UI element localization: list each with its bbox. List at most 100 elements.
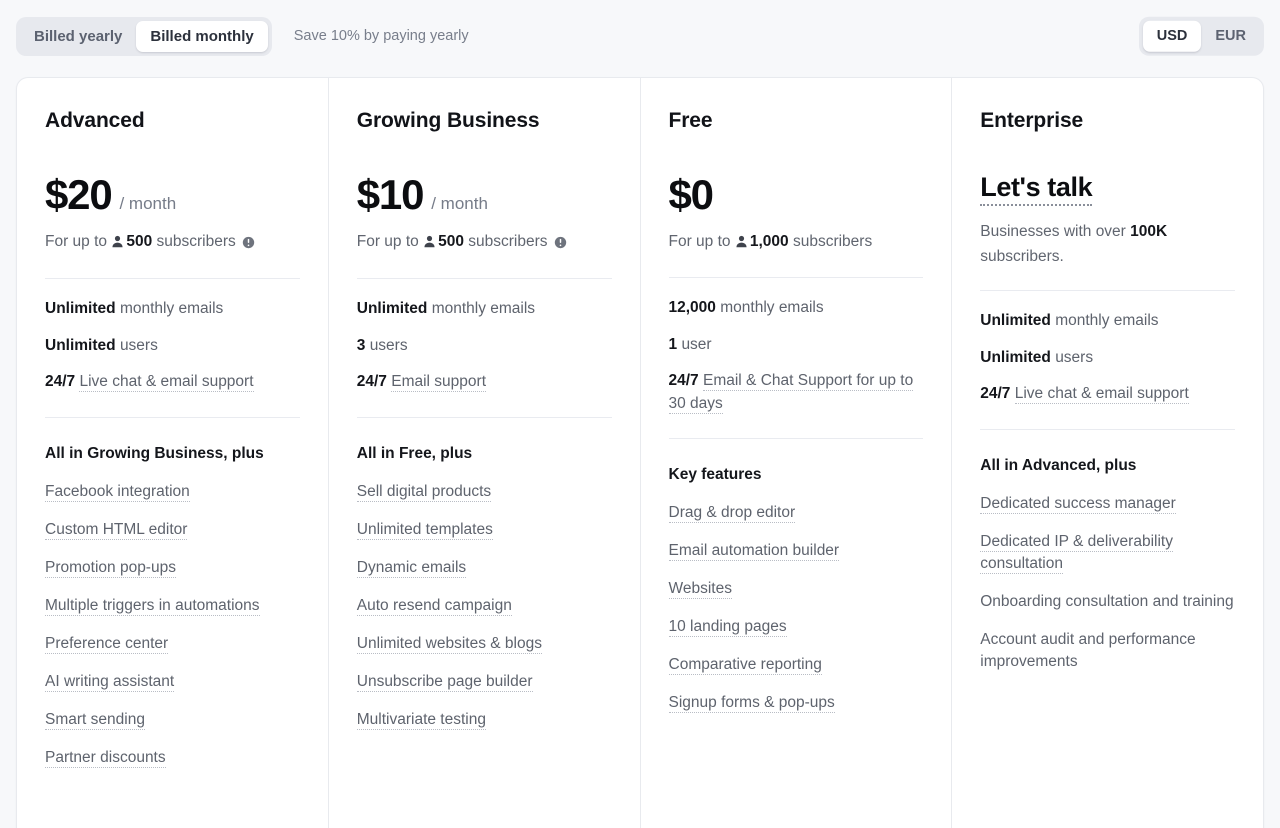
pricing-plans-panel: Advanced $20 / month For up to 500 subscrib… — [16, 77, 1264, 828]
feature-list-item[interactable]: Preference center — [45, 633, 300, 655]
subscribers-prefix: Businesses with over — [980, 223, 1126, 241]
feature-label[interactable]: Sell digital products — [356, 482, 492, 502]
feature-list-item[interactable]: Multiple triggers in automations — [45, 595, 300, 617]
core-feature-item[interactable]: 24/7 Live chat & email support — [45, 371, 300, 393]
card-divider-top — [668, 277, 924, 279]
feature-label[interactable]: Signup forms & pop-ups — [668, 694, 835, 714]
feature-list-item[interactable]: Dynamic emails — [356, 557, 612, 579]
plan-name: Growing Business — [356, 109, 540, 132]
feature-label[interactable]: Auto resend campaign — [356, 596, 512, 616]
feature-label: Onboarding consultation and training — [980, 592, 1234, 610]
feature-label[interactable]: Preference center — [45, 634, 169, 654]
plan-price-period: / month — [119, 194, 177, 214]
plan-price-period: / month — [431, 194, 488, 214]
core-feature-item[interactable]: 24/7 Live chat & email support — [980, 383, 1235, 405]
feature-list-item[interactable]: 10 landing pages — [668, 616, 924, 638]
feature-list-item[interactable]: Comparative reporting — [668, 654, 924, 676]
core-feature-item: 12,000 monthly emails — [669, 297, 924, 319]
feature-label[interactable]: Multiple triggers in automations — [45, 596, 260, 616]
feature-list-item[interactable]: Signup forms & pop-ups — [668, 692, 924, 714]
feature-label[interactable]: Facebook integration — [45, 482, 190, 502]
plan-feature-list: Facebook integration Custom HTML editor Pr… — [45, 481, 300, 769]
feature-list-item[interactable]: Auto resend campaign — [356, 595, 612, 617]
plan-card: Enterprise Let's talk Businesses with over… — [952, 78, 1263, 828]
subscribers-count: 500 — [126, 233, 153, 251]
plan-subscribers-line: For up to 500 subscribers — [357, 229, 612, 257]
feature-label[interactable]: AI writing assistant — [45, 672, 175, 692]
user-icon — [423, 231, 436, 256]
feature-list-item[interactable]: Facebook integration — [45, 481, 300, 503]
feature-list-item[interactable]: Dedicated success manager — [980, 493, 1235, 515]
feature-list-item[interactable]: Partner discounts — [45, 747, 300, 769]
feature-label[interactable]: 10 landing pages — [668, 618, 787, 638]
feature-label[interactable]: Dynamic emails — [356, 558, 467, 578]
feature-list-item[interactable]: Smart sending — [45, 709, 300, 731]
billing-option-monthly[interactable]: Billed monthly — [136, 20, 268, 52]
plan-core-features: 12,000 monthly emails 1 user 24/7 Email & … — [668, 297, 924, 415]
core-feature-item: 3 users — [357, 335, 612, 357]
currency-toggle[interactable]: USD EUR — [1138, 16, 1264, 56]
plan-card: Free $0 For up to 1,000 subscribers 12,000 … — [641, 78, 953, 828]
subscribers-count: 1,000 — [749, 233, 789, 251]
feature-label[interactable]: Multivariate testing — [356, 710, 486, 730]
feature-label[interactable]: Promotion pop-ups — [45, 558, 176, 578]
core-feature-label[interactable]: Live chat & email support — [1014, 385, 1189, 405]
card-divider-mid — [980, 428, 1235, 430]
core-feature-item: Unlimited monthly emails — [357, 298, 612, 320]
feature-list-item[interactable]: Unlimited websites & blogs — [356, 633, 612, 655]
core-feature-label: monthly emails — [720, 299, 824, 317]
feature-label[interactable]: Dedicated success manager — [980, 494, 1176, 514]
feature-label[interactable]: Websites — [668, 580, 732, 600]
feature-list-item[interactable]: Multivariate testing — [356, 709, 612, 731]
feature-list-item[interactable]: Sell digital products — [356, 481, 612, 503]
plan-subscribers-line: For up to 1,000 subscribers — [669, 229, 924, 256]
core-feature-label[interactable]: Live chat & email support — [79, 373, 254, 393]
core-feature-label[interactable]: Email & Chat Support for up to 30 days — [668, 372, 914, 414]
feature-list-item[interactable]: Unlimited templates — [356, 519, 612, 541]
core-feature-item: Unlimited users — [45, 335, 300, 357]
billing-period-toggle[interactable]: Billed yearly Billed monthly — [16, 16, 272, 56]
feature-list-item[interactable]: AI writing assistant — [45, 671, 300, 693]
feature-label[interactable]: Smart sending — [45, 710, 145, 730]
plan-features-heading: Key features — [668, 466, 762, 484]
core-feature-item: 1 user — [669, 334, 924, 356]
feature-label[interactable]: Partner discounts — [45, 748, 166, 768]
plan-card: Growing Business $10 / month For up to 500 … — [329, 78, 641, 828]
feature-list-item[interactable]: Drag & drop editor — [668, 502, 924, 524]
info-icon[interactable] — [242, 232, 255, 257]
feature-label[interactable]: Dedicated IP & deliverability consultati… — [980, 532, 1173, 574]
plan-price-row: $10 / month — [357, 174, 612, 216]
feature-list-item[interactable]: Custom HTML editor — [45, 519, 300, 541]
core-feature-value: 1 — [668, 335, 678, 353]
currency-option-usd[interactable]: USD — [1142, 20, 1202, 52]
feature-list-item[interactable]: Websites — [668, 578, 924, 600]
core-feature-label: monthly emails — [119, 300, 224, 318]
plan-core-features: Unlimited monthly emails 3 users 24/7 Emai… — [357, 298, 612, 393]
subscribers-prefix: For up to — [668, 233, 731, 251]
info-icon[interactable] — [554, 232, 567, 257]
plan-subscribers-line: Businesses with over 100K subscribers. — [980, 219, 1235, 269]
feature-label[interactable]: Custom HTML editor — [45, 520, 188, 540]
feature-label[interactable]: Email automation builder — [668, 542, 840, 562]
feature-list-item[interactable]: Email automation builder — [668, 540, 924, 562]
plan-name: Advanced — [45, 109, 145, 132]
feature-list-item[interactable]: Unsubscribe page builder — [356, 671, 612, 693]
feature-label[interactable]: Drag & drop editor — [668, 504, 796, 524]
feature-label[interactable]: Comparative reporting — [668, 656, 822, 676]
feature-label[interactable]: Unsubscribe page builder — [356, 672, 533, 692]
core-feature-label[interactable]: Email support — [391, 373, 486, 393]
plan-name: Free — [668, 109, 713, 132]
card-divider-top — [980, 290, 1235, 292]
plan-price[interactable]: Let's talk — [980, 174, 1093, 207]
feature-list-item[interactable]: Promotion pop-ups — [45, 557, 300, 579]
subscribers-suffix: subscribers — [156, 233, 236, 251]
billing-option-yearly[interactable]: Billed yearly — [20, 21, 136, 52]
currency-option-eur[interactable]: EUR — [1201, 21, 1260, 52]
feature-label[interactable]: Unlimited templates — [356, 520, 493, 540]
core-feature-value: Unlimited — [45, 300, 116, 318]
subscribers-suffix: subscribers. — [980, 248, 1064, 266]
feature-label[interactable]: Unlimited websites & blogs — [356, 634, 542, 654]
feature-list-item[interactable]: Dedicated IP & deliverability consultati… — [980, 531, 1235, 575]
core-feature-item[interactable]: 24/7 Email support — [357, 371, 612, 393]
core-feature-item[interactable]: 24/7 Email & Chat Support for up to 30 d… — [668, 370, 924, 415]
